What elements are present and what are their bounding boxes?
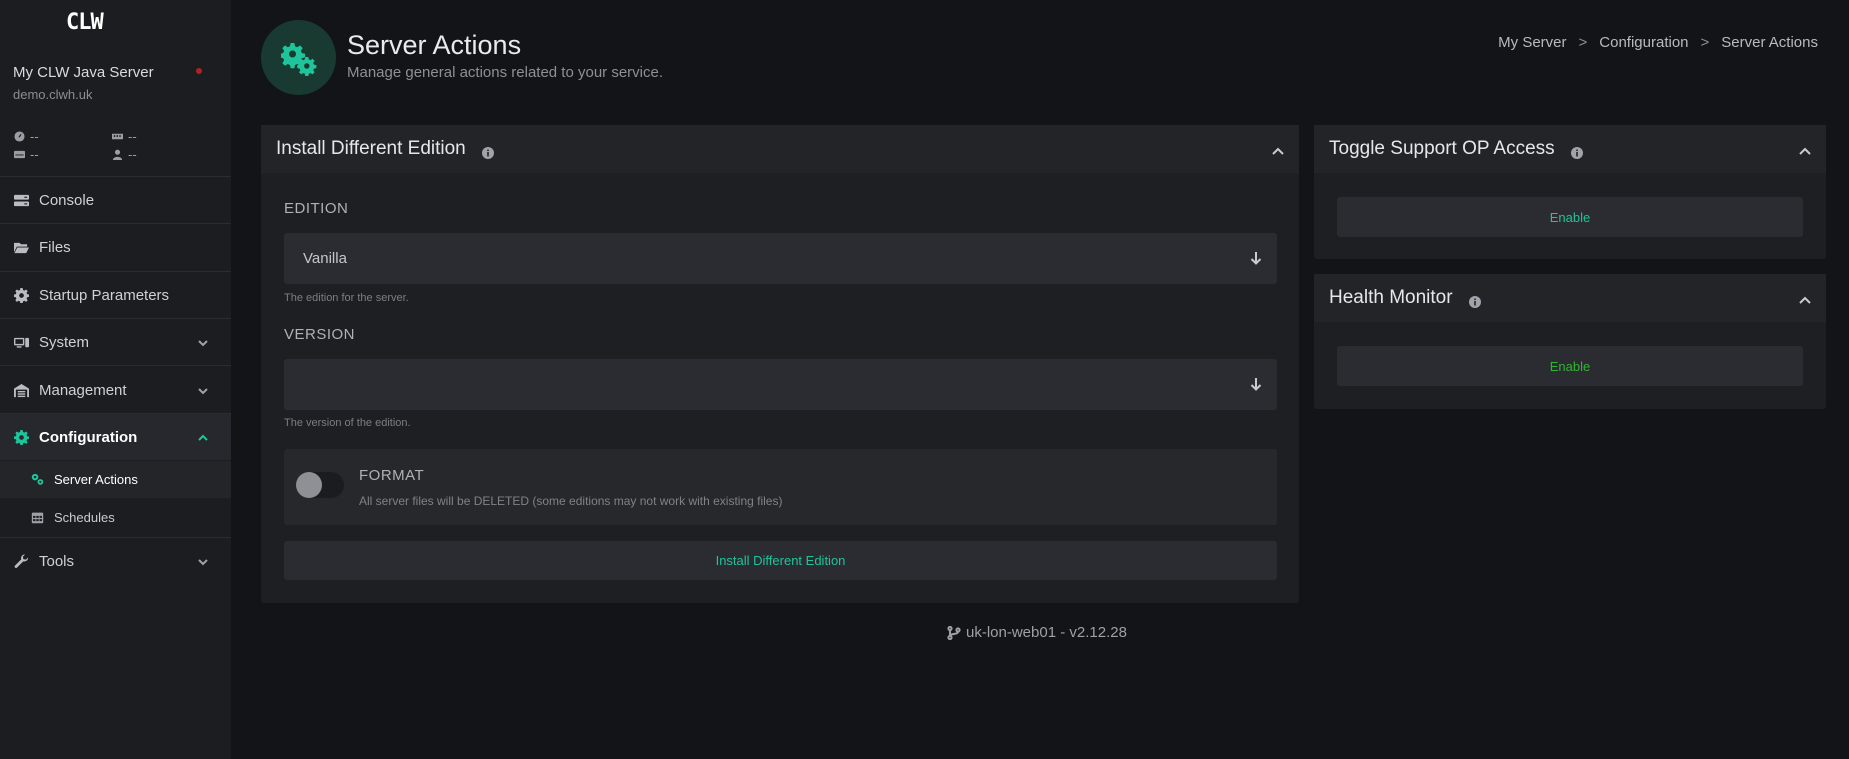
format-option: FORMAT All server files will be DELETED … [284, 449, 1277, 525]
format-toggle[interactable] [296, 472, 344, 498]
card-title: Health Monitor [1329, 287, 1453, 308]
players-stat: -- [112, 147, 137, 162]
edition-select-value: Vanilla [303, 250, 347, 267]
sidebar-item-files[interactable]: Files [0, 224, 231, 270]
health-monitor-enable-button[interactable]: Enable [1337, 346, 1803, 386]
gear-icon [13, 429, 29, 445]
edition-label: EDITION [284, 200, 349, 217]
calendar-icon [30, 511, 44, 525]
breadcrumb-separator: > [1700, 34, 1710, 51]
page-subtitle: Manage general actions related to your s… [347, 64, 664, 81]
cogs-icon [30, 473, 44, 487]
breadcrumb: My Server > Configuration > Server Actio… [1498, 34, 1818, 51]
page-icon [261, 20, 336, 95]
memory-stat-value: -- [128, 129, 137, 144]
footer-version-text: uk-lon-web01 - v2.12.28 [966, 624, 1127, 641]
version-label: VERSION [284, 326, 356, 343]
hdd-icon [14, 150, 25, 159]
server-status-dot [196, 68, 202, 74]
arrow-down-icon [1249, 377, 1263, 391]
page-title: Server Actions [347, 30, 522, 60]
chevron-down-icon [197, 555, 209, 567]
server-name: My CLW Java Server [13, 64, 154, 81]
memory-stat: -- [112, 129, 137, 144]
sidebar-divider [0, 365, 231, 366]
breadcrumb-item-my-server[interactable]: My Server [1498, 34, 1566, 51]
sidebar-subitem-schedules[interactable]: Schedules [0, 499, 231, 536]
gauge-icon [14, 131, 25, 142]
server-icon [13, 192, 29, 208]
sidebar-item-label: Files [39, 238, 71, 256]
sidebar-item-label: Console [39, 191, 95, 209]
footer-version: uk-lon-web01 - v2.12.28 [947, 624, 1127, 641]
wrench-icon [13, 553, 29, 569]
sidebar-item-label: Configuration [39, 428, 138, 446]
breadcrumb-separator: > [1578, 34, 1588, 51]
user-icon [112, 149, 123, 160]
sidebar-item-label: System [39, 333, 90, 351]
sidebar-subitem-label: Schedules [54, 510, 115, 525]
format-title: FORMAT [359, 467, 425, 484]
support-op-card: Toggle Support OP Access Enable [1314, 125, 1826, 259]
collapse-chevron-up-icon[interactable] [1271, 142, 1285, 156]
support-op-enable-button[interactable]: Enable [1337, 197, 1803, 237]
sidebar: CLW My CLW Java Server demo.clwh.uk -- -… [0, 0, 231, 759]
format-description: All server files will be DELETED (some e… [359, 494, 783, 508]
collapse-chevron-up-icon[interactable] [1798, 291, 1812, 305]
sidebar-item-tools[interactable]: Tools [0, 538, 231, 584]
sidebar-item-system[interactable]: System [0, 319, 231, 365]
folder-open-icon [13, 239, 29, 255]
breadcrumb-item-server-actions: Server Actions [1721, 34, 1818, 51]
server-host: demo.clwh.uk [13, 87, 93, 102]
card-header: Health Monitor [1314, 274, 1826, 322]
memory-icon [112, 133, 123, 140]
sidebar-item-label: Management [39, 381, 127, 399]
cpu-stat: -- [14, 129, 39, 144]
sidebar-item-console[interactable]: Console [0, 177, 231, 223]
computer-icon [13, 334, 29, 350]
sidebar-item-configuration[interactable]: Configuration [0, 414, 231, 460]
arrow-down-icon [1249, 251, 1263, 265]
install-edition-card: Install Different Edition EDITION Vanill… [261, 125, 1299, 603]
card-header: Install Different Edition [261, 125, 1299, 173]
sidebar-subitem-label: Server Actions [54, 472, 138, 487]
chevron-up-icon [197, 431, 209, 443]
info-icon[interactable] [1468, 292, 1481, 308]
gear-icon [13, 287, 29, 303]
sidebar-subitem-server-actions[interactable]: Server Actions [0, 461, 231, 498]
sidebar-item-label: Tools [39, 552, 75, 570]
breadcrumb-item-configuration[interactable]: Configuration [1599, 34, 1688, 51]
version-help-text: The version of the edition. [284, 417, 411, 429]
toggle-knob [296, 472, 322, 498]
install-edition-button[interactable]: Install Different Edition [284, 541, 1277, 580]
git-branch-icon [947, 625, 961, 640]
cogs-icon [280, 42, 316, 76]
chevron-down-icon [197, 384, 209, 396]
sidebar-item-label: Startup Parameters [39, 286, 170, 304]
players-stat-value: -- [128, 147, 137, 162]
sidebar-item-management[interactable]: Management [0, 367, 231, 413]
collapse-chevron-up-icon[interactable] [1798, 142, 1812, 156]
info-icon[interactable] [481, 143, 494, 159]
card-title: Install Different Edition [276, 138, 466, 159]
disk-stat: -- [14, 147, 39, 162]
warehouse-icon [13, 382, 29, 398]
card-title: Toggle Support OP Access [1329, 138, 1555, 159]
edition-select[interactable]: Vanilla [284, 233, 1277, 284]
version-select[interactable] [284, 359, 1277, 410]
card-header: Toggle Support OP Access [1314, 125, 1826, 173]
info-icon[interactable] [1570, 143, 1583, 159]
chevron-down-icon [197, 336, 209, 348]
sidebar-item-startup-parameters[interactable]: Startup Parameters [0, 272, 231, 318]
cpu-stat-value: -- [30, 129, 39, 144]
disk-stat-value: -- [30, 147, 39, 162]
health-monitor-card: Health Monitor Enable [1314, 274, 1826, 409]
clw-logo[interactable]: CLW [66, 10, 104, 35]
edition-help-text: The edition for the server. [284, 292, 409, 304]
